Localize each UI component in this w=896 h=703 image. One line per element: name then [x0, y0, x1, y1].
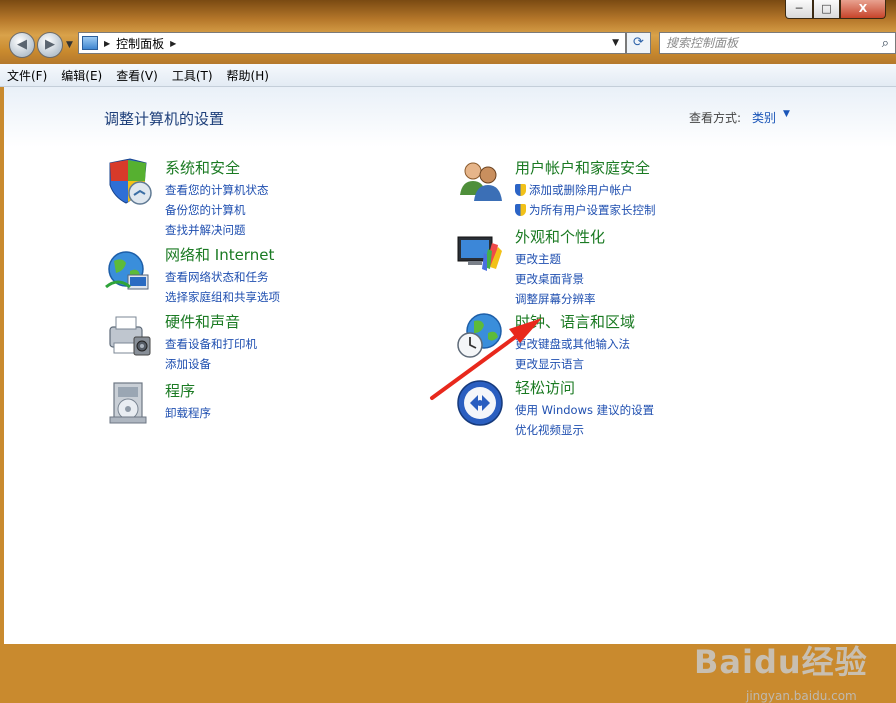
annotation-arrow — [430, 318, 542, 400]
watermark-url: jingyan.baidu.com — [746, 689, 857, 703]
